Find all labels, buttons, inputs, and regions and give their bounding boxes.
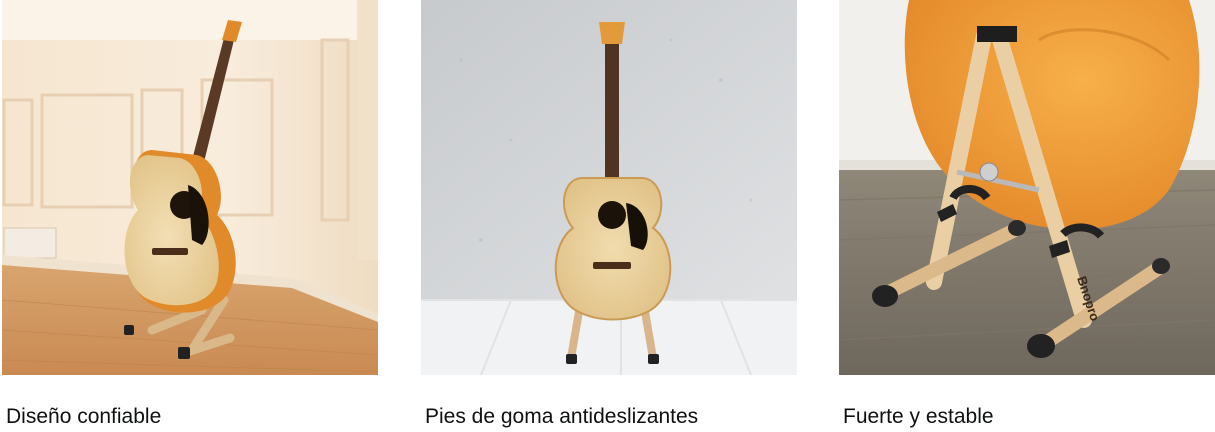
- feature-caption: Pies de goma antideslizantes: [425, 405, 699, 428]
- product-feature-card-1[interactable]: Diseño confiable: [2, 0, 378, 428]
- product-feature-card-3[interactable]: Bnopro Fuerte y estable: [839, 0, 1215, 428]
- stand-closeup-image[interactable]: Bnopro: [839, 0, 1215, 375]
- guitar-wall-image[interactable]: [421, 0, 797, 375]
- guitar-room-image[interactable]: [2, 0, 378, 375]
- feature-caption: Fuerte y estable: [843, 405, 994, 428]
- feature-caption: Diseño confiable: [6, 405, 162, 428]
- product-feature-card-2[interactable]: Pies de goma antideslizantes: [421, 0, 797, 428]
